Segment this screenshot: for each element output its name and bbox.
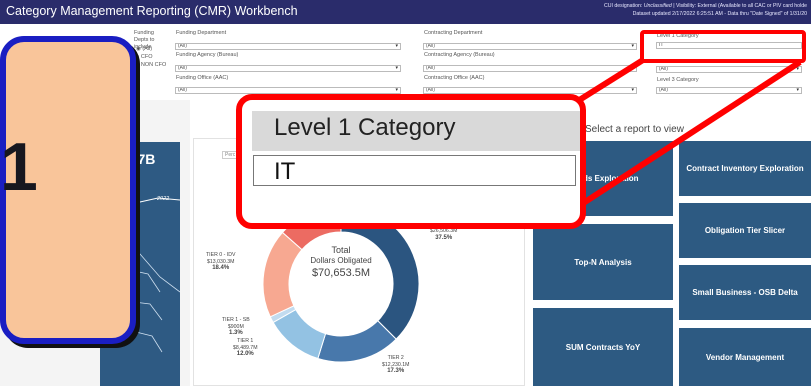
zoom-label: Level 1 Category [274,114,456,141]
zoom-callout: Level 1 Category IT [236,94,586,229]
zoom-value: IT [274,158,296,185]
step-number: 1 [0,129,38,205]
zoom-field [253,155,576,186]
level1-category-highlight [640,30,806,63]
